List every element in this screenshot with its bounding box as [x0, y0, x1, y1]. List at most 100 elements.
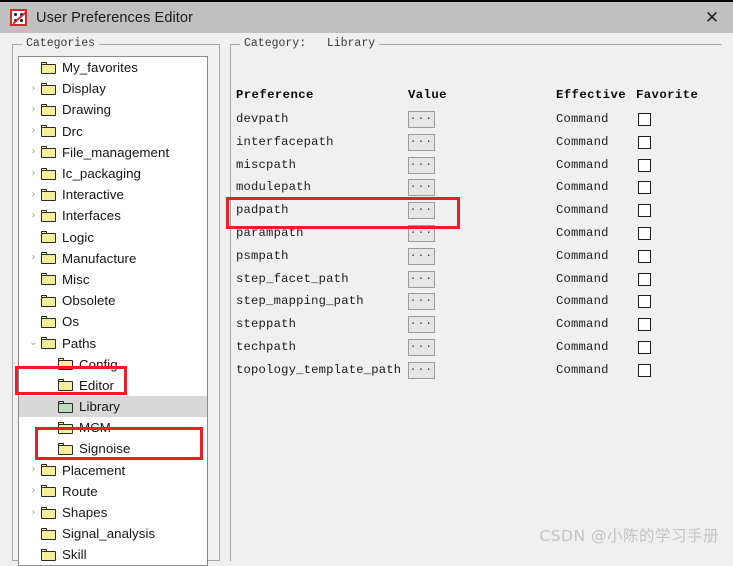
chevron-right-icon[interactable]: ›: [26, 83, 41, 94]
chevron-down-icon[interactable]: ⌄: [26, 338, 41, 348]
tree-item-ic_packaging[interactable]: › Ic_packaging: [19, 163, 207, 184]
tree-item-interfaces[interactable]: › Interfaces: [19, 205, 207, 226]
table-row[interactable]: devpath... Command: [236, 108, 716, 131]
favorite-checkbox[interactable]: [638, 318, 651, 332]
tree-item-label: Skill: [62, 547, 87, 563]
table-row[interactable]: topology_template_path... Command: [236, 359, 716, 382]
favorite-checkbox[interactable]: [638, 204, 651, 218]
favorite-checkbox[interactable]: [638, 181, 651, 195]
tree-item-paths[interactable]: ⌄ Paths: [19, 332, 207, 353]
table-row[interactable]: parampath... Command: [236, 222, 716, 245]
value-ellipsis-button[interactable]: ...: [408, 224, 435, 242]
table-row[interactable]: step_mapping_path... Command: [236, 290, 716, 313]
tree-item-label: Manufacture: [62, 250, 137, 266]
tree-item-label: File_management: [62, 144, 170, 160]
app-dice-icon: [10, 9, 27, 26]
tree-item-library[interactable]: Library: [19, 396, 207, 418]
folder-icon: [41, 231, 56, 244]
chevron-right-icon[interactable]: ›: [26, 210, 41, 221]
table-row[interactable]: techpath... Command: [236, 336, 716, 359]
tree-item-drc[interactable]: › Drc: [19, 121, 207, 142]
value-ellipsis-button[interactable]: ...: [408, 293, 435, 311]
table-row[interactable]: miscpath... Command: [236, 154, 716, 177]
tree-item-config[interactable]: Config: [19, 354, 207, 375]
chevron-right-icon[interactable]: ›: [26, 486, 41, 496]
favorite-checkbox[interactable]: [638, 340, 651, 354]
tree-item-label: Editor: [79, 377, 115, 393]
effective-value: Command: [556, 225, 609, 240]
chevron-right-icon[interactable]: ›: [26, 253, 41, 263]
chevron-right-icon[interactable]: ›: [26, 465, 41, 475]
chevron-right-icon[interactable]: ›: [26, 168, 41, 179]
chevron-right-icon[interactable]: ›: [26, 126, 41, 136]
tree-item-label: Config: [79, 356, 118, 372]
table-row[interactable]: steppath... Command: [236, 313, 716, 336]
client-area: Categories Category: Library My_favorite…: [0, 33, 733, 566]
preferences-table: Preference Value Effective Favorite devp…: [236, 88, 716, 382]
tree-item-interactive[interactable]: › Interactive: [19, 184, 207, 205]
value-ellipsis-button[interactable]: ...: [408, 156, 435, 174]
categories-tree[interactable]: My_favorites › Display › Drawing › Drc › File_ma…: [18, 56, 208, 566]
tree-item-logic[interactable]: Logic: [19, 227, 207, 248]
tree-item-mcm[interactable]: MCM: [19, 417, 207, 438]
folder-icon: [41, 527, 56, 540]
favorite-checkbox[interactable]: [638, 135, 651, 149]
effective-value: Command: [556, 203, 609, 218]
folder-icon: [58, 379, 73, 392]
tree-item-drawing[interactable]: › Drawing: [19, 99, 207, 120]
table-row[interactable]: padpath... Command: [236, 199, 716, 222]
close-button[interactable]: ✕: [691, 2, 733, 33]
tree-item-signoise[interactable]: Signoise: [19, 438, 207, 459]
folder-icon: [58, 400, 73, 413]
value-ellipsis-button[interactable]: ...: [408, 270, 435, 288]
preference-name: miscpath: [236, 157, 297, 172]
favorite-checkbox[interactable]: [638, 272, 651, 286]
tree-item-misc[interactable]: Misc: [19, 269, 207, 290]
tree-item-placement[interactable]: › Placement: [19, 460, 207, 481]
value-ellipsis-button[interactable]: ...: [408, 316, 435, 334]
tree-item-display[interactable]: › Display: [19, 78, 207, 99]
window-title: User Preferences Editor: [36, 9, 194, 26]
value-ellipsis-button[interactable]: ...: [408, 338, 435, 356]
chevron-right-icon[interactable]: ›: [26, 507, 41, 518]
folder-icon: [41, 273, 56, 286]
value-ellipsis-button[interactable]: ...: [408, 202, 435, 220]
tree-item-manufacture[interactable]: › Manufacture: [19, 248, 207, 269]
value-ellipsis-button[interactable]: ...: [408, 133, 435, 151]
tree-item-os[interactable]: Os: [19, 311, 207, 332]
folder-icon: [41, 61, 56, 74]
chevron-right-icon[interactable]: ›: [26, 104, 41, 115]
column-header-favorite: Favorite: [636, 88, 699, 102]
value-ellipsis-button[interactable]: ...: [408, 361, 435, 379]
folder-icon: [41, 209, 56, 222]
chevron-right-icon[interactable]: ›: [26, 189, 41, 200]
chevron-right-icon[interactable]: ›: [26, 147, 41, 157]
tree-item-skill[interactable]: Skill: [19, 544, 207, 565]
table-row[interactable]: interfacepath... Command: [236, 131, 716, 154]
folder-icon: [41, 294, 56, 307]
tree-item-my_favorites[interactable]: My_favorites: [19, 57, 207, 78]
value-ellipsis-button[interactable]: ...: [408, 179, 435, 197]
favorite-checkbox[interactable]: [638, 158, 651, 172]
tree-item-shapes[interactable]: › Shapes: [19, 502, 207, 523]
tree-item-file_management[interactable]: › File_management: [19, 142, 207, 163]
preference-name: steppath: [236, 317, 297, 332]
table-row[interactable]: modulepath... Command: [236, 176, 716, 199]
folder-icon: [41, 146, 56, 159]
table-row[interactable]: psmpath... Command: [236, 245, 716, 268]
value-ellipsis-button[interactable]: ...: [408, 111, 435, 128]
preference-name: modulepath: [236, 180, 312, 195]
favorite-checkbox[interactable]: [638, 295, 651, 309]
column-header-preference: Preference: [236, 88, 314, 102]
favorite-checkbox[interactable]: [638, 226, 651, 240]
tree-item-obsolete[interactable]: Obsolete: [19, 290, 207, 311]
value-ellipsis-button[interactable]: ...: [408, 247, 435, 265]
tree-item-signal_analysis[interactable]: Signal_analysis: [19, 523, 207, 544]
table-row[interactable]: step_facet_path... Command: [236, 268, 716, 291]
tree-item-editor[interactable]: Editor: [19, 375, 207, 396]
favorite-checkbox[interactable]: [638, 249, 651, 263]
preference-name: psmpath: [236, 248, 289, 263]
favorite-checkbox[interactable]: [638, 113, 651, 126]
tree-item-route[interactable]: › Route: [19, 481, 207, 502]
favorite-checkbox[interactable]: [638, 363, 651, 377]
